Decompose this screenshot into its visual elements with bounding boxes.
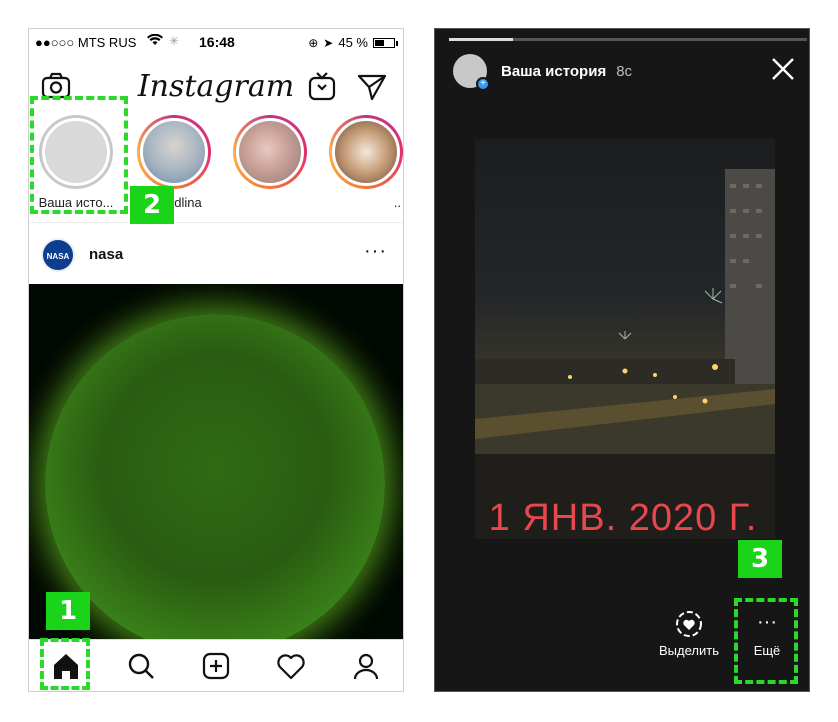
activity-heart-icon[interactable] [274, 649, 308, 683]
story-ring [233, 115, 307, 189]
story-photo [475, 139, 775, 539]
step-badge-1: 1 [46, 592, 90, 630]
story-timestamp: 8c [616, 62, 633, 80]
story-owner-title: Ваша история [501, 62, 607, 80]
battery-icon [373, 37, 398, 48]
story-progress-fill [449, 38, 514, 41]
wifi-icon [147, 33, 163, 49]
sun-image [45, 314, 385, 639]
story-header: + Ваша история 8c [453, 51, 632, 91]
activity-spinner-icon: ✳ [169, 34, 180, 48]
highlight-heart-icon [649, 609, 729, 643]
status-right: ⊕ ➤ 45 % [308, 35, 398, 50]
add-post-icon[interactable] [199, 649, 233, 683]
highlight-marker-more [734, 598, 798, 684]
direct-message-icon[interactable] [355, 69, 389, 103]
post-username[interactable]: nasa [89, 246, 123, 263]
step-badge-3: 3 [738, 540, 782, 578]
highlight-marker-home [40, 638, 90, 690]
igtv-icon[interactable] [305, 69, 339, 103]
story-ring [329, 115, 403, 189]
battery-percent: 45 % [338, 35, 368, 50]
highlight-button[interactable]: Выделить [649, 609, 729, 658]
story-ring [137, 115, 211, 189]
story-viewer-screen: + Ваша история 8c 1 ЯНВ. 2020 Г. Выделит… [434, 28, 810, 692]
highlight-marker-story [30, 96, 128, 214]
profile-icon[interactable] [349, 649, 383, 683]
avatar[interactable]: + [453, 54, 490, 91]
step-badge-2: 2 [130, 186, 174, 224]
location-arrow-icon: ➤ [323, 35, 334, 50]
avatar[interactable]: NASA [41, 238, 75, 272]
search-icon[interactable] [124, 649, 158, 683]
post-more-button[interactable]: ··· [364, 240, 387, 263]
story-label: .. [393, 195, 401, 210]
story-item[interactable] [231, 115, 309, 195]
carrier-label: ●●○○○ MTS RUS [35, 35, 137, 50]
story-progress-bar [449, 38, 807, 41]
status-time: 16:48 [199, 34, 235, 50]
status-bar: ●●○○○ MTS RUS ✳ 16:48 ⊕ ➤ 45 % [29, 29, 403, 55]
post-header: NASA nasa ··· [29, 234, 403, 280]
post-image[interactable] [29, 284, 403, 639]
story-item[interactable]: .. [327, 115, 403, 210]
rotation-lock-icon: ⊕ [308, 35, 319, 50]
story-date-sticker[interactable]: 1 ЯНВ. 2020 Г. [473, 497, 773, 540]
add-story-icon: + [476, 77, 490, 91]
highlight-label: Выделить [659, 643, 719, 658]
close-icon[interactable] [769, 55, 797, 83]
